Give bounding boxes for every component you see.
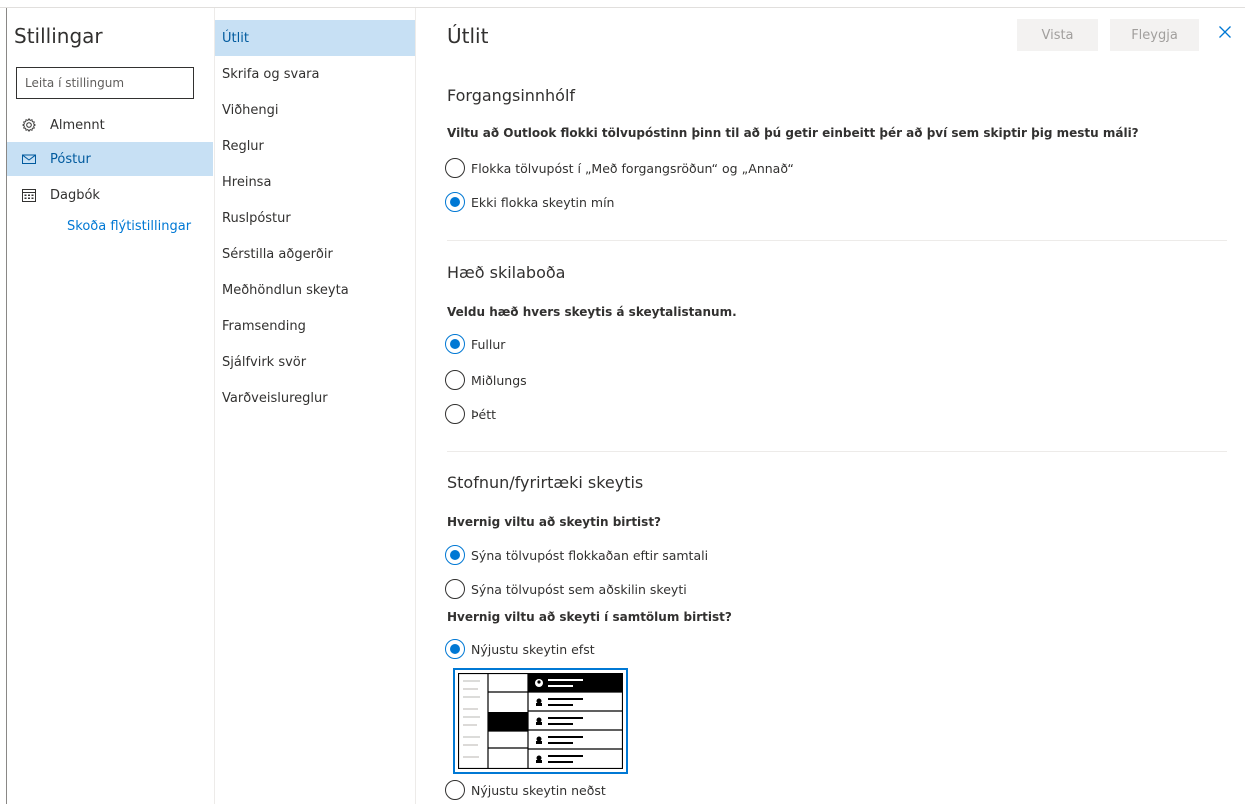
- discard-button[interactable]: Fleygja: [1110, 19, 1199, 51]
- category-item-calendar[interactable]: Dagbók: [7, 178, 213, 212]
- mail-subcategories-panel: Útlit Skrifa og svara Viðhengi Reglur Hr…: [214, 8, 416, 804]
- settings-title: Stillingar: [14, 24, 103, 48]
- radio-option-individual-messages[interactable]: Sýna tölvupóst sem aðskilin skeyti: [445, 578, 687, 600]
- section-divider: [447, 240, 1227, 241]
- radio-option-newest-on-bottom[interactable]: Nýjustu skeytin neðst: [445, 779, 606, 801]
- radio-label: Sýna tölvupóst flokkaðan eftir samtali: [471, 547, 709, 563]
- radio-option-focused-sort[interactable]: Flokka tölvupóst í „Með forgangsröðun“ o…: [445, 157, 794, 179]
- layout-settings-panel: Útlit Vista Fleygja Forgangsinnhólf Vilt…: [417, 8, 1245, 804]
- radio-button[interactable]: [445, 334, 465, 354]
- question-message-height: Veldu hæð hvers skeytis á skeytalistanum…: [447, 305, 737, 319]
- radio-label: Ekki flokka skeytin mín: [471, 194, 615, 210]
- radio-label: Sýna tölvupóst sem aðskilin skeyti: [471, 581, 687, 597]
- category-label: Dagbók: [50, 187, 100, 203]
- newest-on-top-preview-image: [453, 668, 628, 774]
- section-title-message-organization: Stofnun/fyrirtæki skeytis: [447, 473, 644, 492]
- radio-option-no-sort[interactable]: Ekki flokka skeytin mín: [445, 191, 614, 213]
- radio-option-compact[interactable]: Þétt: [445, 403, 496, 425]
- radio-button[interactable]: [445, 545, 465, 565]
- subcategory-attachments[interactable]: Viðhengi: [215, 92, 415, 128]
- subcategory-junk[interactable]: Ruslpóstur: [215, 200, 415, 236]
- category-label: Póstur: [50, 151, 91, 167]
- subcategory-compose[interactable]: Skrifa og svara: [215, 56, 415, 92]
- subcategory-layout[interactable]: Útlit: [215, 20, 415, 56]
- mail-icon: [22, 152, 36, 166]
- radio-button[interactable]: [445, 404, 465, 424]
- radio-button[interactable]: [445, 192, 465, 212]
- category-item-mail[interactable]: Póstur: [7, 142, 213, 176]
- subcategory-sweep[interactable]: Hreinsa: [215, 164, 415, 200]
- radio-label: Þétt: [471, 406, 497, 422]
- subcategory-rules[interactable]: Reglur: [215, 128, 415, 164]
- radio-label: Flokka tölvupóst í „Með forgangsröðun“ o…: [471, 160, 794, 176]
- question-focused-inbox: Viltu að Outlook flokki tölvupóstinn þin…: [447, 126, 1139, 140]
- radio-label: Nýjustu skeytin efst: [471, 641, 595, 657]
- settings-categories-panel: Stillingar Almennt Póstur Dagbók Skoða f…: [7, 8, 213, 804]
- save-button[interactable]: Vista: [1017, 19, 1098, 51]
- radio-button[interactable]: [445, 370, 465, 390]
- radio-option-full[interactable]: Fullur: [445, 333, 505, 355]
- radio-label: Miðlungs: [471, 372, 527, 388]
- radio-label: Fullur: [471, 336, 506, 352]
- subcategory-customize-actions[interactable]: Sérstilla aðgerðir: [215, 236, 415, 272]
- close-icon[interactable]: [1215, 22, 1235, 42]
- question-message-display: Hvernig viltu að skeytin birtist?: [447, 515, 662, 529]
- category-item-general[interactable]: Almennt: [7, 108, 213, 142]
- radio-option-medium[interactable]: Miðlungs: [445, 369, 527, 391]
- question-conversation-order: Hvernig viltu að skeyti í samtölum birti…: [447, 610, 732, 624]
- browser-strip: [0, 0, 1245, 8]
- settings-search-input[interactable]: [16, 67, 194, 99]
- radio-label: Nýjustu skeytin neðst: [471, 782, 606, 798]
- quick-settings-link[interactable]: Skoða flýtistillingar: [67, 219, 191, 234]
- radio-option-group-by-conversation[interactable]: Sýna tölvupóst flokkaðan eftir samtali: [445, 544, 708, 566]
- subcategory-message-handling[interactable]: Meðhöndlun skeyta: [215, 272, 415, 308]
- section-title-message-height: Hæð skilaboða: [447, 263, 566, 282]
- calendar-icon: [22, 188, 36, 202]
- layout-preview-illustration: [458, 673, 623, 769]
- page-title: Útlit: [447, 24, 489, 48]
- radio-button[interactable]: [445, 579, 465, 599]
- section-divider: [447, 451, 1227, 452]
- section-title-focused-inbox: Forgangsinnhólf: [447, 86, 576, 105]
- subcategory-automatic-replies[interactable]: Sjálfvirk svör: [215, 344, 415, 380]
- subcategory-retention-policies[interactable]: Varðveislureglur: [215, 380, 415, 416]
- radio-button[interactable]: [445, 780, 465, 800]
- category-label: Almennt: [50, 117, 105, 133]
- radio-button[interactable]: [445, 158, 465, 178]
- radio-button[interactable]: [445, 639, 465, 659]
- gear-icon: [22, 118, 36, 132]
- radio-option-newest-on-top[interactable]: Nýjustu skeytin efst: [445, 638, 595, 660]
- subcategory-forwarding[interactable]: Framsending: [215, 308, 415, 344]
